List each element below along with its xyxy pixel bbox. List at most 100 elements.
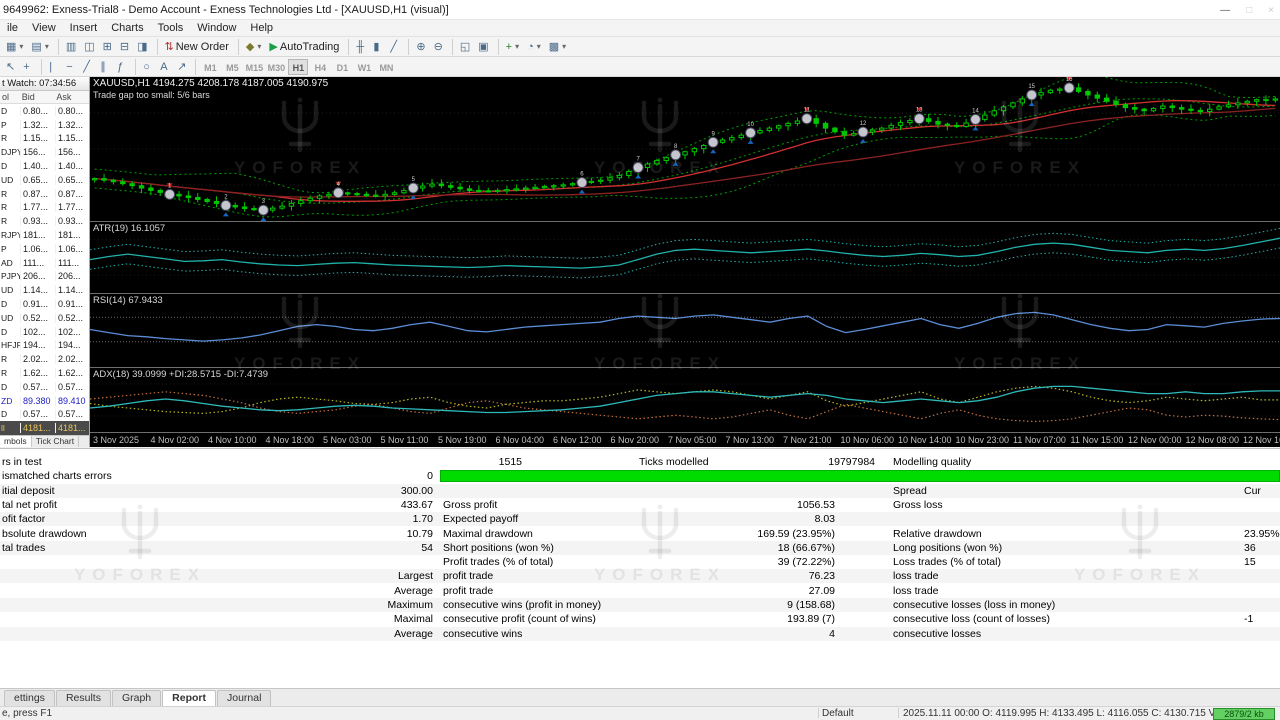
menu-bar: ile View Insert Charts Tools Window Help xyxy=(0,20,1280,37)
zoom-out-button[interactable]: ⊖ xyxy=(430,38,447,56)
market-watch-row[interactable]: RJPY181...181... xyxy=(0,228,89,242)
strategy-tester-button[interactable]: ◨ xyxy=(133,38,151,56)
rsi-pane[interactable]: RSI(14) 67.9433 xyxy=(90,294,1280,367)
market-watch-row[interactable]: D 0.91... 0.91... xyxy=(0,297,89,311)
market-watch-row[interactable]: P 1.32... 1.32... xyxy=(0,118,89,132)
auto-arrange-button[interactable]: ▣ xyxy=(474,38,492,56)
report-row: itial deposit 300.00 Spread Cur xyxy=(0,483,1280,498)
timeframe-h4-button[interactable]: H4 xyxy=(310,59,330,75)
new-chart-button[interactable]: ▦ ▾ xyxy=(2,38,27,56)
market-watch-row[interactable]: DJPY156...156... xyxy=(0,145,89,159)
market-watch-row[interactable]: R 0.87... 0.87... xyxy=(0,187,89,201)
pane-splitter[interactable] xyxy=(90,367,1280,368)
market-watch-row[interactable]: HFJPY194...194... xyxy=(0,339,89,353)
market-watch-row[interactable]: D 0.57... 0.57... xyxy=(0,408,89,422)
fibonacci-button[interactable]: ƒ xyxy=(113,58,130,76)
bid-cell: 0.93... xyxy=(20,216,55,227)
ask-cell: 1.77... xyxy=(55,202,89,213)
adx-chart-svg[interactable] xyxy=(90,368,1280,432)
new-order-button[interactable]: ⇅ New Order xyxy=(161,38,233,56)
market-watch-row[interactable]: R 2.02... 2.02... xyxy=(0,352,89,366)
pane-splitter[interactable] xyxy=(90,293,1280,294)
rsi-chart-svg[interactable] xyxy=(90,294,1280,367)
terminal-button[interactable]: ⊟ xyxy=(116,38,133,56)
tab-results[interactable]: Results xyxy=(55,690,111,706)
tab-ettings[interactable]: ettings xyxy=(4,690,55,706)
market-watch-row[interactable]: ZD 89.380 89.410 xyxy=(0,394,89,408)
menu-charts[interactable]: Charts xyxy=(104,20,150,37)
navigator-button[interactable]: ⊞ xyxy=(99,38,116,56)
equidistant-channel-button[interactable]: ∥ xyxy=(96,58,113,76)
data-window-button[interactable]: ◫ xyxy=(80,38,98,56)
symbol-cell: R xyxy=(1,133,8,144)
shapes-button[interactable]: ○ xyxy=(139,58,156,76)
close-icon[interactable]: × xyxy=(1268,5,1274,16)
market-watch-row[interactable]: R 1.62... 1.62... xyxy=(0,366,89,380)
indicators-button[interactable]: + ▾ xyxy=(502,38,523,56)
market-watch-row[interactable]: UD 1.14... 1.14... xyxy=(0,283,89,297)
horizontal-line-button[interactable]: − xyxy=(62,58,79,76)
tab-graph[interactable]: Graph xyxy=(111,690,162,706)
market-watch-row[interactable]: D 1.40... 1.40... xyxy=(0,159,89,173)
market-watch-row[interactable]: D 102... 102... xyxy=(0,325,89,339)
menu-window[interactable]: Window xyxy=(190,20,243,37)
timeframe-m30-button[interactable]: M30 xyxy=(266,59,286,75)
expert-advisors-button[interactable]: ◆ ▾ xyxy=(242,38,265,56)
timeframe-w1-button[interactable]: W1 xyxy=(354,59,374,75)
menu-help[interactable]: Help xyxy=(243,20,280,37)
periods-button[interactable]: ◔ ▾ xyxy=(523,38,545,56)
status-profile[interactable]: Default xyxy=(822,708,854,719)
market-watch-row[interactable]: R 1.77... 1.77... xyxy=(0,201,89,215)
menu-tools[interactable]: Tools xyxy=(151,20,191,37)
atr-chart-svg[interactable] xyxy=(90,222,1280,293)
timeframe-d1-button[interactable]: D1 xyxy=(332,59,352,75)
trendline-button[interactable]: ╱ xyxy=(79,58,96,76)
zoom-in-button[interactable]: ⊕ xyxy=(412,38,429,56)
line-chart-button[interactable]: ╱ xyxy=(386,38,403,56)
vertical-line-button[interactable]: | xyxy=(45,58,62,76)
chart-area[interactable]: 1 2 3 4 5 6 7 8 9 10 11 12 13 14 15 16 XAUUSD,H1 4194.2… xyxy=(90,77,1280,447)
timeframe-h1-button[interactable]: H1 xyxy=(288,58,309,75)
arrow-objects-button[interactable]: ↗ xyxy=(173,58,190,76)
market-watch-row[interactable]: UD 0.52... 0.52... xyxy=(0,311,89,325)
timeframe-m1-button[interactable]: M1 xyxy=(200,59,220,75)
adx-pane[interactable]: ADX(18) 39.0999 +DI:28.5715 -DI:7.4739 xyxy=(90,368,1280,432)
report-value-1: 1515 xyxy=(498,456,522,468)
market-watch-row[interactable]: ll 4181... 4181... xyxy=(0,421,89,436)
tile-windows-button[interactable]: ◱ xyxy=(456,38,474,56)
crosshair-button[interactable]: + xyxy=(19,58,36,76)
cursor-button[interactable]: ↖ xyxy=(2,58,19,76)
market-watch-row[interactable]: D 0.57... 0.57... xyxy=(0,380,89,394)
menu-insert[interactable]: Insert xyxy=(63,20,105,37)
price-chart-svg[interactable]: 12345678910111213 141516 xyxy=(90,77,1280,221)
candlestick-chart-button[interactable]: ▮ xyxy=(369,38,386,56)
bar-chart-button[interactable]: ╫ xyxy=(352,38,369,56)
minimize-icon[interactable]: — xyxy=(1220,5,1230,16)
market-watch-row[interactable]: R 1.15... 1.15... xyxy=(0,132,89,146)
timeframe-m15-button[interactable]: M15 xyxy=(244,59,264,75)
pane-splitter[interactable] xyxy=(90,221,1280,222)
menu-file[interactable]: ile xyxy=(0,20,25,37)
market-watch-button[interactable]: ▥ xyxy=(62,38,80,56)
market-watch-tab-mbols[interactable]: mbols xyxy=(0,436,32,447)
timeframe-m5-button[interactable]: M5 xyxy=(222,59,242,75)
tab-journal[interactable]: Journal xyxy=(216,690,272,706)
market-watch-tab-tick-chart[interactable]: Tick Chart xyxy=(32,436,80,447)
market-watch-row[interactable]: R 0.93... 0.93... xyxy=(0,214,89,228)
market-watch-row[interactable]: UD 0.65... 0.65... xyxy=(0,173,89,187)
templates-button[interactable]: ▩ ▾ xyxy=(545,38,570,56)
maximize-icon[interactable]: □ xyxy=(1246,5,1252,16)
market-watch-row[interactable]: D 0.80... 0.80... xyxy=(0,104,89,118)
market-watch-row[interactable]: AD 111... 111... xyxy=(0,256,89,270)
atr-pane[interactable]: ATR(19) 16.1057 xyxy=(90,222,1280,293)
market-watch-row[interactable]: PJPY206...206... xyxy=(0,270,89,284)
main-chart-pane[interactable]: 1 2 3 4 5 6 7 8 9 10 11 12 13 14 15 16 XAUUSD,H1 4194.2… xyxy=(90,77,1280,221)
symbol-cell: UD xyxy=(1,285,14,296)
profiles-button[interactable]: ▤ ▾ xyxy=(27,38,52,56)
market-watch-row[interactable]: P 1.06... 1.06... xyxy=(0,242,89,256)
autotrading-button[interactable]: ▶ AutoTrading xyxy=(265,38,343,56)
menu-view[interactable]: View xyxy=(25,20,63,37)
text-label-button[interactable]: A xyxy=(156,58,173,76)
tab-report[interactable]: Report xyxy=(162,690,216,706)
timeframe-mn-button[interactable]: MN xyxy=(376,59,396,75)
